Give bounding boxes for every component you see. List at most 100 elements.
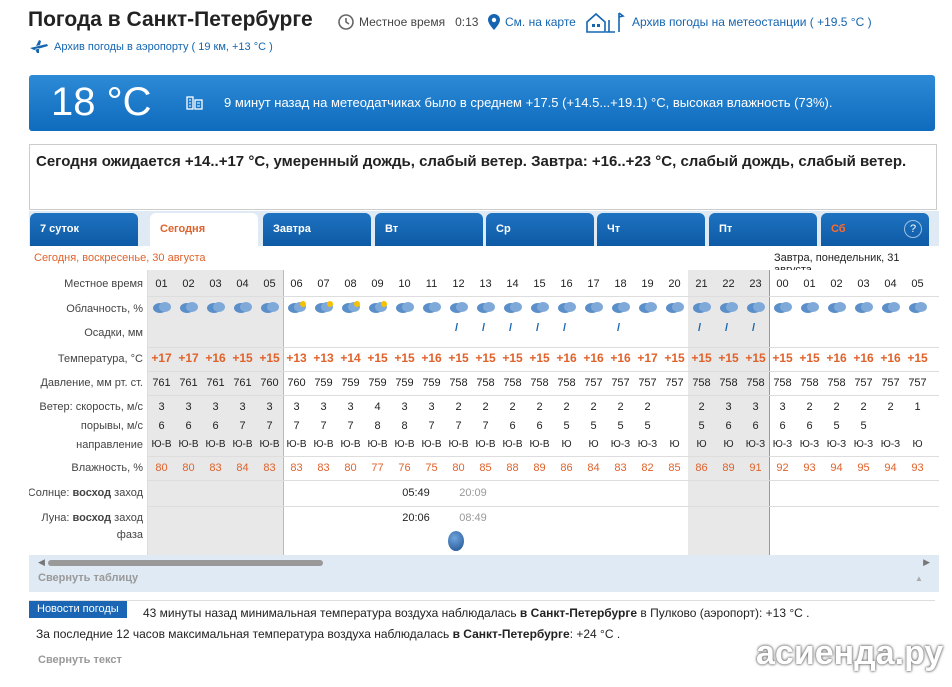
pressure-cell: 758 (476, 377, 495, 389)
collapse-arrow-icon[interactable]: ▲ (915, 574, 923, 583)
temp-cell: +17 (151, 351, 172, 365)
scroll-left-arrow-icon[interactable]: ◀ (38, 557, 45, 568)
label-temp: Температура, °C (57, 353, 143, 365)
collapse-text-link[interactable]: Свернуть текст (38, 654, 122, 666)
gust-cell: 6 (752, 420, 759, 432)
hour-cell: 11 (425, 278, 438, 290)
pressure-cell: 758 (692, 377, 711, 389)
cloud-icon (261, 302, 279, 313)
direction-cell: Ю-В (232, 439, 253, 450)
hour-cell: 10 (398, 278, 411, 290)
label-time: Местное время (64, 278, 143, 290)
row-separator (29, 506, 939, 507)
gust-cell: 6 (806, 420, 813, 432)
cloud-icon (450, 302, 468, 313)
moonrise-time: 20:06 (402, 512, 430, 524)
humidity-cell: 80 (344, 462, 357, 474)
label-direction: направление (76, 439, 143, 451)
temp-cell: +15 (799, 351, 820, 365)
direction-cell: Ю-В (421, 439, 442, 450)
direction-cell: Ю-В (475, 439, 496, 450)
direction-cell: Ю-З (772, 439, 793, 450)
cloud-icon (612, 302, 630, 313)
gust-cell: 5 (860, 420, 867, 432)
humidity-cell: 83 (290, 462, 303, 474)
cloud-icon (180, 302, 198, 313)
wind-cell: 3 (779, 401, 786, 413)
gust-cell: 6 (212, 420, 219, 432)
map-link[interactable]: См. на карте (488, 14, 576, 30)
news-line-1: 43 минуты назад минимальная температура … (143, 606, 810, 620)
direction-cell: Ю-В (502, 439, 523, 450)
direction-cell: Ю (723, 439, 734, 450)
news-button[interactable]: Новости погоды (29, 601, 127, 618)
sensor-summary: 9 минут назад на метеодатчиках было в ср… (186, 94, 832, 110)
gust-cell: 7 (482, 420, 489, 432)
humidity-cell: 88 (506, 462, 519, 474)
tab-tomorrow[interactable]: Завтра (263, 213, 371, 246)
rain-drop-icon: / (455, 322, 459, 334)
archive-airport-link[interactable]: Архив погоды в аэропорту ( 19 км, +13 °C… (30, 40, 273, 54)
pressure-cell: 761 (179, 377, 198, 389)
cloud-icon (666, 302, 684, 313)
direction-cell: Ю (588, 439, 599, 450)
hour-cell: 03 (857, 278, 870, 290)
archive-station-link[interactable]: Архив погоды на метеостанции ( +19.5 °C … (585, 11, 872, 33)
pressure-cell: 758 (557, 377, 576, 389)
cloud-icon (234, 302, 252, 313)
wind-cell: 2 (833, 401, 840, 413)
gust-cell: 5 (617, 420, 624, 432)
hour-cell: 21 (695, 278, 708, 290)
hour-cell: 20 (668, 278, 681, 290)
cloud-icon (153, 302, 171, 313)
tab-tue[interactable]: Вт (375, 213, 483, 246)
hour-cell: 16 (560, 278, 573, 290)
humidity-cell: 94 (830, 462, 843, 474)
cloud-icon (531, 302, 549, 313)
tab-fri[interactable]: Пт (709, 213, 817, 246)
wind-cell: 3 (293, 401, 300, 413)
clock-icon (338, 14, 354, 30)
wind-cell: 2 (860, 401, 867, 413)
scroll-right-arrow-icon[interactable]: ▶ (923, 557, 930, 568)
label-precip: Осадки, мм (84, 327, 143, 339)
temp-cell: +16 (556, 351, 577, 365)
tab-7-days[interactable]: 7 суток (30, 213, 138, 246)
hour-cell: 12 (452, 278, 465, 290)
temp-cell: +17 (178, 351, 199, 365)
help-icon[interactable]: ? (904, 220, 922, 238)
cloud-icon (504, 302, 522, 313)
pressure-cell: 757 (854, 377, 873, 389)
table-scrollbar[interactable]: ◀ ▶ (38, 557, 930, 569)
gust-cell: 7 (266, 420, 273, 432)
day-header-row: Сегодня, воскресенье, 30 августа Завтра,… (29, 246, 939, 276)
wind-cell: 3 (725, 401, 732, 413)
cloud-icon (909, 302, 927, 313)
cloud-icon (720, 302, 738, 313)
wind-cell: 2 (887, 401, 894, 413)
pressure-cell: 757 (611, 377, 630, 389)
humidity-cell: 91 (749, 462, 762, 474)
label-wind: Ветер: скорость, м/с (39, 401, 143, 413)
map-pin-icon (488, 14, 500, 30)
rain-drop-icon: / (698, 322, 702, 334)
scrollbar-thumb[interactable] (48, 560, 323, 566)
hour-cell: 14 (506, 278, 519, 290)
rain-drop-icon: / (482, 322, 486, 334)
gust-cell: 7 (239, 420, 246, 432)
tab-thu[interactable]: Чт (597, 213, 705, 246)
direction-cell: Ю-З (880, 439, 901, 450)
tab-wed[interactable]: Ср (486, 213, 594, 246)
direction-cell: Ю-В (205, 439, 226, 450)
temp-cell: +15 (772, 351, 793, 365)
hour-cell: 01 (155, 278, 168, 290)
humidity-cell: 83 (317, 462, 330, 474)
forecast-summary: Сегодня ожидается +14..+17 °C, умеренный… (29, 144, 937, 210)
tab-today[interactable]: Сегодня (150, 213, 258, 246)
direction-cell: Ю-В (178, 439, 199, 450)
rain-drop-icon: / (509, 322, 513, 334)
humidity-cell: 80 (155, 462, 168, 474)
row-separator (29, 480, 939, 481)
direction-cell: Ю-В (448, 439, 469, 450)
collapse-table-link[interactable]: Свернуть таблицу (38, 572, 138, 584)
